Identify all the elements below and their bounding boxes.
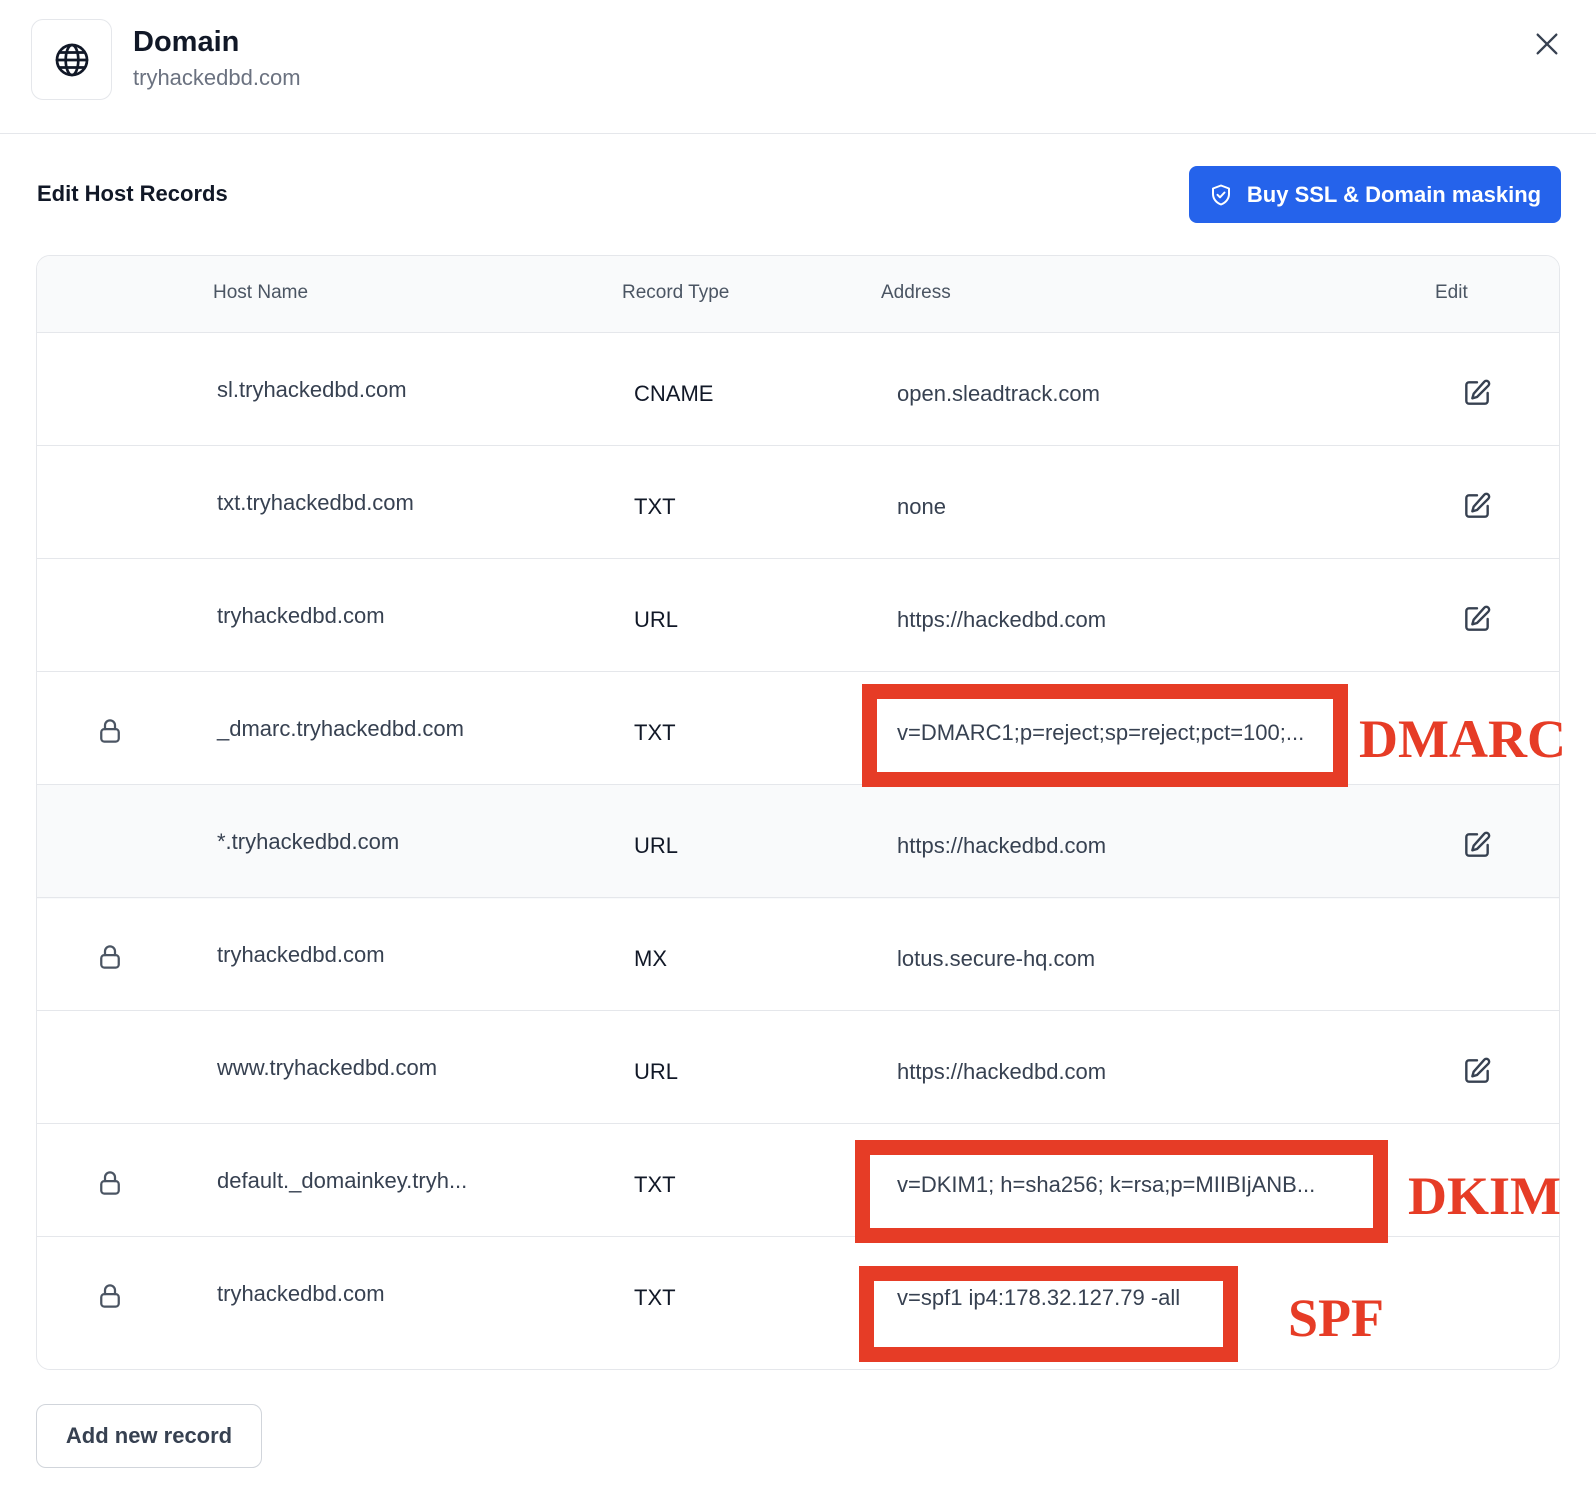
buy-ssl-button[interactable]: Buy SSL & Domain masking bbox=[1189, 166, 1561, 223]
edit-icon[interactable] bbox=[1461, 377, 1493, 409]
edit-icon[interactable] bbox=[1461, 490, 1493, 522]
buy-ssl-button-label: Buy SSL & Domain masking bbox=[1246, 181, 1542, 207]
dmarc-annotation: DMARC bbox=[1359, 709, 1566, 769]
close-button[interactable] bbox=[1527, 24, 1567, 64]
column-header-record-type: Record Type bbox=[622, 282, 730, 303]
table-row: *.tryhackedbd.com URL https://hackedbd.com bbox=[37, 784, 1559, 899]
column-header-edit: Edit bbox=[1435, 282, 1468, 303]
lock-icon bbox=[95, 1281, 125, 1311]
record-type-cell: TXT bbox=[634, 720, 676, 745]
column-header-host-name: Host Name bbox=[213, 282, 309, 303]
address-cell: https://hackedbd.com bbox=[897, 1059, 1107, 1084]
edit-icon[interactable] bbox=[1461, 829, 1493, 861]
spf-highlight-box bbox=[859, 1266, 1238, 1362]
address-cell: none bbox=[897, 494, 946, 519]
record-type-cell: TXT bbox=[634, 494, 676, 519]
lock-icon bbox=[95, 942, 125, 972]
host-name-cell: tryhackedbd.com bbox=[217, 603, 385, 628]
host-name-cell: www.tryhackedbd.com bbox=[217, 1055, 438, 1080]
dkim-annotation: DKIM bbox=[1408, 1166, 1561, 1226]
table-row: sl.tryhackedbd.com CNAME open.sleadtrack.c… bbox=[37, 332, 1559, 447]
domain-icon-box bbox=[31, 19, 112, 100]
host-name-cell: sl.tryhackedbd.com bbox=[217, 377, 407, 402]
record-type-cell: URL bbox=[634, 607, 679, 632]
host-name-cell: tryhackedbd.com bbox=[217, 942, 385, 967]
record-type-cell: URL bbox=[634, 833, 679, 858]
host-name-cell: _dmarc.tryhackedbd.com bbox=[217, 716, 464, 741]
host-name-cell: tryhackedbd.com bbox=[217, 1281, 385, 1306]
column-header-address: Address bbox=[881, 282, 951, 303]
table-row: tryhackedbd.com MX lotus.secure-hq.com bbox=[37, 897, 1559, 1012]
edit-icon[interactable] bbox=[1461, 603, 1493, 635]
host-name-cell: txt.tryhackedbd.com bbox=[217, 490, 414, 515]
add-new-record-button[interactable]: Add new record bbox=[36, 1404, 262, 1468]
address-cell: https://hackedbd.com bbox=[897, 833, 1107, 858]
record-type-cell: URL bbox=[634, 1059, 679, 1084]
dmarc-highlight-box bbox=[862, 684, 1348, 787]
edit-icon[interactable] bbox=[1461, 1055, 1493, 1087]
section-title: Edit Host Records bbox=[37, 181, 228, 206]
dkim-highlight-box bbox=[855, 1140, 1388, 1243]
lock-icon bbox=[95, 1168, 125, 1198]
lock-icon bbox=[95, 716, 125, 746]
spf-annotation: SPF bbox=[1288, 1288, 1385, 1348]
address-cell: https://hackedbd.com bbox=[897, 607, 1107, 632]
host-name-cell: default._domainkey.tryh... bbox=[217, 1168, 468, 1193]
address-cell: lotus.secure-hq.com bbox=[897, 946, 1096, 971]
record-type-cell: CNAME bbox=[634, 381, 714, 406]
domain-name: tryhackedbd.com bbox=[133, 65, 301, 90]
record-type-cell: TXT bbox=[634, 1172, 676, 1197]
record-type-cell: TXT bbox=[634, 1285, 676, 1310]
record-type-cell: MX bbox=[634, 946, 667, 971]
close-icon bbox=[1536, 33, 1558, 55]
table-row: www.tryhackedbd.com URL https://hackedbd.c… bbox=[37, 1010, 1559, 1125]
table-header: Host Name Record Type Address Edit bbox=[37, 256, 1559, 332]
address-cell: open.sleadtrack.com bbox=[897, 381, 1100, 406]
shield-check-icon bbox=[1211, 184, 1230, 205]
dialog-title: Domain bbox=[133, 26, 240, 58]
table-row: txt.tryhackedbd.com TXT none bbox=[37, 445, 1559, 560]
globe-icon bbox=[55, 43, 88, 76]
host-name-cell: *.tryhackedbd.com bbox=[217, 829, 400, 854]
table-row: tryhackedbd.com URL https://hackedbd.com bbox=[37, 558, 1559, 673]
dialog-header: Domain tryhackedbd.com bbox=[0, 0, 1596, 134]
